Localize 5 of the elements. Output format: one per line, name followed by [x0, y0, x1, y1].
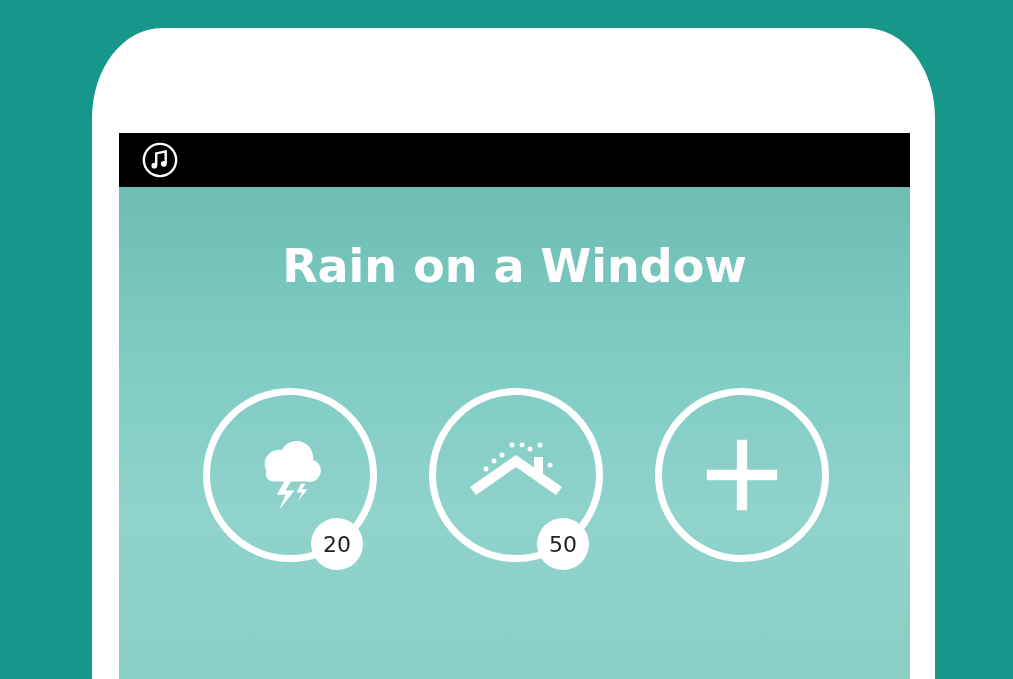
- sound-title: Rain on a Window: [282, 239, 747, 293]
- music-note-icon[interactable]: [141, 141, 179, 179]
- volume-badge: 50: [537, 518, 589, 570]
- add-sound-button[interactable]: [655, 388, 829, 562]
- volume-badge: 20: [311, 518, 363, 570]
